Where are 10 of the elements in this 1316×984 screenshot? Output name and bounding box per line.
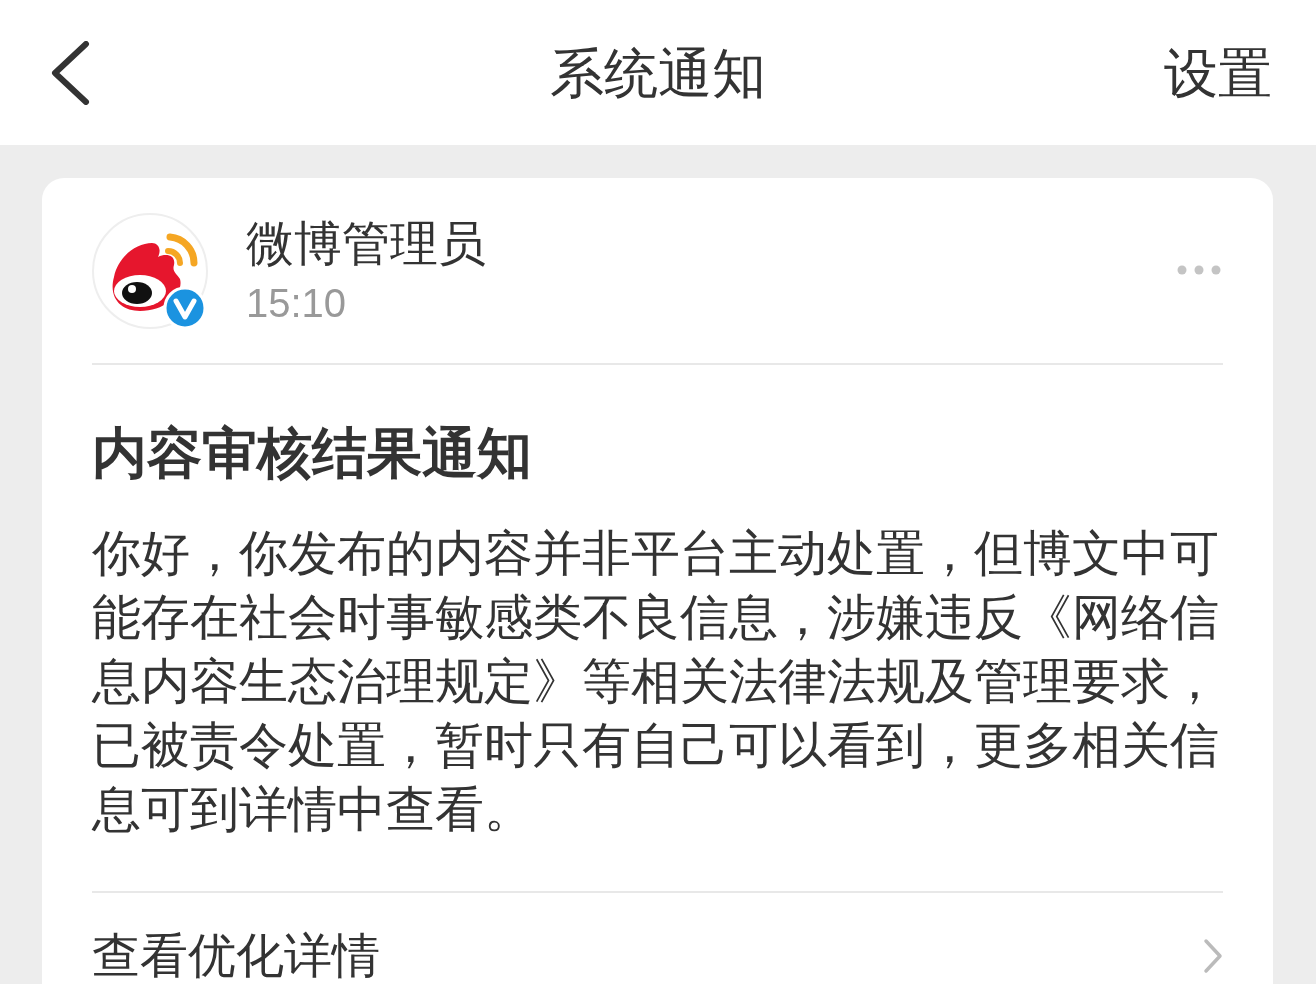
more-icon (1177, 265, 1221, 275)
page-title: 系统通知 (550, 41, 766, 105)
sender-name: 微博管理员 (246, 216, 486, 272)
notification-body: 你好，你发布的内容并非平台主动处置，但博文中可能存在社会时事敏感类不良信息，涉嫌违反《网络信息内容生态治理规定》等相关法律法规及管理要求，已被责令处置，暂时只有自己可以看到，更多相关信息可到详情中查看。 (92, 525, 1220, 838)
details-link[interactable]: 查看优化详情 (92, 931, 1223, 981)
chevron-right-icon (1203, 938, 1223, 974)
notification-title: 内容审核结果通知 (92, 421, 533, 485)
back-icon (50, 40, 90, 105)
message-time: 15:10 (246, 280, 348, 327)
settings-link[interactable]: 设置 (1164, 40, 1272, 105)
